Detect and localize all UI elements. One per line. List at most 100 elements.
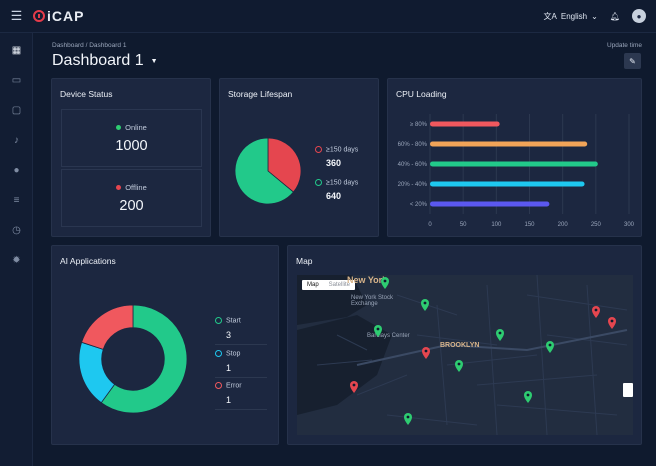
legend-value: 1 bbox=[226, 395, 232, 405]
legend-label: Error bbox=[226, 382, 242, 390]
map-pin-icon bbox=[350, 381, 358, 393]
logo-mark-icon bbox=[33, 10, 45, 22]
history-icon[interactable]: ◷ bbox=[0, 215, 33, 245]
x-tick-label: 150 bbox=[524, 222, 535, 228]
bell-icon[interactable]: 🔔︎ bbox=[610, 12, 620, 21]
page-title-text: Dashboard 1 bbox=[52, 52, 144, 69]
legend-item[interactable]: Error bbox=[215, 382, 242, 389]
online-value: 1000 bbox=[115, 137, 148, 154]
edit-button[interactable]: ✎ bbox=[624, 53, 641, 69]
map-pin-icon bbox=[421, 299, 429, 311]
legend-ring-icon bbox=[215, 317, 222, 324]
offline-dot-icon bbox=[116, 184, 122, 190]
legend-label: ≥150 days bbox=[326, 179, 359, 187]
cpu-bar-chart: 0 50 100 150 200 250 300 ≥ 80% 60% - 80% 40% - 60… bbox=[398, 114, 635, 228]
legend-ring-icon bbox=[215, 382, 222, 389]
map-pin-dot bbox=[610, 319, 614, 323]
map-pin-icon bbox=[524, 391, 532, 403]
pegman-icon[interactable] bbox=[623, 383, 633, 397]
update-time-label: Update time bbox=[606, 42, 642, 49]
chevron-down-icon: ⌄ bbox=[591, 11, 598, 21]
dashboard-icon[interactable]: ▦ bbox=[0, 35, 33, 65]
cpu-bar bbox=[430, 141, 588, 147]
map-pin-dot bbox=[352, 383, 356, 387]
x-tick-label: 0 bbox=[428, 222, 432, 228]
map-pin-dot bbox=[498, 331, 502, 335]
x-tick-label: 100 bbox=[491, 222, 502, 228]
y-tick-label: 60% - 80% bbox=[398, 142, 428, 148]
language-selector[interactable]: 文A English ⌄ bbox=[544, 11, 598, 22]
map-pin-icon bbox=[496, 329, 504, 341]
menu-icon[interactable]: ☰ bbox=[0, 0, 33, 33]
legend-ring-icon bbox=[315, 179, 322, 186]
map-view[interactable]: Map Satellite New York New York Stock Ex… bbox=[297, 275, 633, 435]
ai-donut-chart bbox=[78, 304, 188, 414]
map-pin-dot bbox=[424, 349, 428, 353]
map-markers bbox=[350, 277, 616, 425]
map-pin-icon bbox=[374, 325, 382, 337]
legend-value: 640 bbox=[326, 191, 342, 201]
legend-label: Stop bbox=[226, 350, 241, 358]
y-tick-label: < 20% bbox=[410, 202, 428, 208]
map-pin-dot bbox=[376, 327, 380, 331]
offline-value: 200 bbox=[119, 197, 144, 214]
translate-icon: 文A bbox=[543, 11, 557, 21]
map-pin-icon bbox=[608, 317, 616, 329]
offline-status: Offline 200 bbox=[61, 169, 202, 227]
offline-label: Offline bbox=[125, 182, 147, 192]
legend-label: Start bbox=[226, 317, 241, 325]
legend-ring-icon bbox=[315, 146, 322, 153]
card-title: Map bbox=[296, 256, 313, 266]
x-tick-label: 200 bbox=[558, 222, 569, 228]
legend-item[interactable]: ≥150 days bbox=[315, 179, 358, 186]
storage-lifespan-card: Storage Lifespan ≥150 days 360 ≥150 days… bbox=[219, 78, 379, 237]
legend-item[interactable]: ≥150 days bbox=[315, 146, 358, 153]
map-pin-dot bbox=[383, 279, 387, 283]
pencil-icon: ✎ bbox=[629, 56, 636, 66]
legend-item[interactable]: Start bbox=[215, 317, 241, 324]
map-pin-icon bbox=[546, 341, 554, 353]
cpu-bar bbox=[430, 201, 550, 207]
bell-icon[interactable]: ♪ bbox=[0, 125, 33, 155]
map-card: Map Map Satellite New York New York Stoc… bbox=[287, 245, 642, 445]
online-dot-icon bbox=[116, 124, 122, 130]
card-title: Device Status bbox=[60, 89, 113, 99]
gear-icon[interactable]: ✹ bbox=[0, 245, 33, 275]
avatar[interactable]: ● bbox=[632, 9, 646, 23]
caret-down-icon: ▼ bbox=[150, 57, 158, 65]
legend-value: 360 bbox=[326, 158, 342, 168]
x-tick-label: 300 bbox=[624, 222, 635, 228]
app-logo[interactable]: iCAP bbox=[33, 8, 84, 24]
legend-value: 3 bbox=[226, 330, 232, 340]
map-pin-dot bbox=[406, 415, 410, 419]
y-tick-label: 40% - 60% bbox=[398, 162, 428, 168]
x-tick-label: 250 bbox=[591, 222, 602, 228]
card-title: AI Applications bbox=[60, 256, 116, 266]
map-pin-icon bbox=[381, 277, 389, 289]
map-pin-icon bbox=[422, 347, 430, 359]
legend-item[interactable]: Stop bbox=[215, 350, 240, 357]
divider bbox=[215, 344, 267, 345]
cpu-loading-card: CPU Loading 0 50 100 150 200 250 300 ≥ 80% 60% -… bbox=[387, 78, 642, 237]
legend-value: 1 bbox=[226, 363, 232, 373]
folder-icon[interactable]: ▢ bbox=[0, 95, 33, 125]
divider bbox=[215, 377, 267, 378]
sliders-icon[interactable]: ≡ bbox=[0, 185, 33, 215]
app-name: iCAP bbox=[47, 8, 85, 24]
monitor-icon[interactable]: ▭ bbox=[0, 65, 33, 95]
page-title[interactable]: Dashboard 1 ▼ bbox=[52, 52, 158, 70]
map-pin-icon bbox=[404, 413, 412, 425]
x-tick-label: 50 bbox=[460, 222, 467, 228]
y-tick-label: ≥ 80% bbox=[410, 122, 428, 128]
card-title: Storage Lifespan bbox=[228, 89, 293, 99]
cpu-bar bbox=[430, 161, 598, 167]
legend-ring-icon bbox=[215, 350, 222, 357]
map-pin-dot bbox=[457, 362, 461, 366]
map-pin-icon bbox=[592, 306, 600, 318]
map-pin-dot bbox=[526, 393, 530, 397]
user-icon[interactable]: ● bbox=[0, 155, 33, 185]
online-label: Online bbox=[125, 122, 147, 132]
online-status: Online 1000 bbox=[61, 109, 202, 167]
map-pin-dot bbox=[594, 308, 598, 312]
map-pin-dot bbox=[548, 343, 552, 347]
